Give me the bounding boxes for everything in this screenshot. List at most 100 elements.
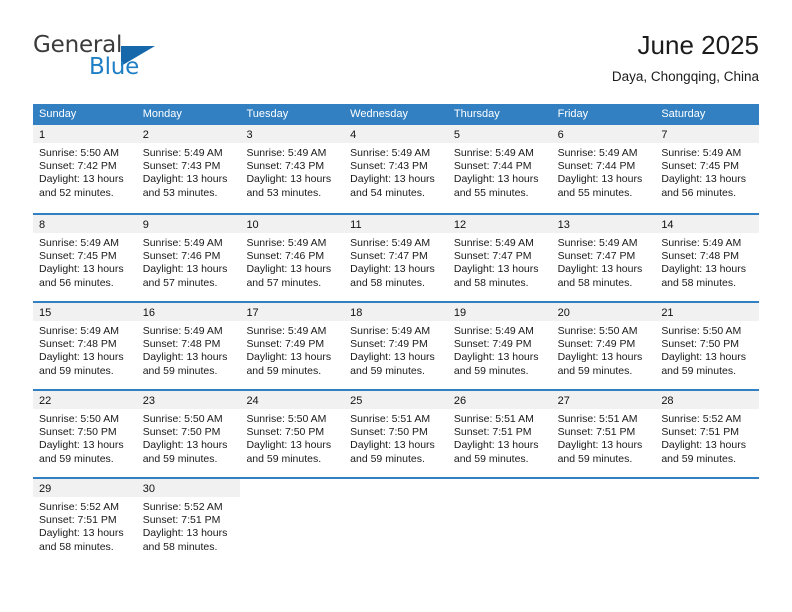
daylight-text-line1: Daylight: 13 hours [142, 351, 228, 364]
day-number-band: 4 [344, 125, 448, 143]
daylight-text-line2: and 59 minutes. [39, 452, 114, 465]
sunset-text: Sunset: 7:48 PM [39, 338, 117, 351]
day-number-band: 21 [655, 303, 760, 321]
day-number-band: 17 [240, 303, 345, 321]
day-details: Sunrise: 5:49 AM Sunset: 7:44 PM Dayligh… [552, 143, 656, 200]
day-cell[interactable]: 9 Sunrise: 5:49 AM Sunset: 7:46 PM Dayli… [136, 215, 241, 301]
sunset-text: Sunset: 7:49 PM [557, 338, 636, 351]
sunset-text: Sunset: 7:45 PM [39, 250, 117, 263]
logo-text-blue: Blue [89, 54, 140, 80]
day-number: 9 [142, 219, 149, 231]
day-number-band: 9 [136, 215, 241, 233]
sunrise-text: Sunrise: 5:49 AM [453, 325, 534, 337]
day-cell[interactable]: 21 Sunrise: 5:50 AM Sunset: 7:50 PM Dayl… [655, 303, 760, 389]
sunset-text: Sunset: 7:42 PM [39, 160, 117, 173]
day-cell[interactable]: 13 Sunrise: 5:49 AM Sunset: 7:47 PM Dayl… [551, 215, 656, 301]
day-cell[interactable]: 20 Sunrise: 5:50 AM Sunset: 7:49 PM Dayl… [551, 303, 656, 389]
day-cell[interactable]: 6 Sunrise: 5:49 AM Sunset: 7:44 PM Dayli… [551, 125, 656, 213]
day-cell[interactable]: 11 Sunrise: 5:49 AM Sunset: 7:47 PM Dayl… [344, 215, 448, 301]
sunset-text: Sunset: 7:47 PM [350, 250, 428, 263]
daylight-text-line1: Daylight: 13 hours [350, 351, 435, 364]
daylight-text-line1: Daylight: 13 hours [661, 173, 746, 186]
day-cell[interactable]: 26 Sunrise: 5:51 AM Sunset: 7:51 PM Dayl… [447, 391, 552, 477]
day-number-band: 14 [655, 215, 760, 233]
daylight-text-line1: Daylight: 13 hours [453, 263, 539, 276]
sunrise-text: Sunrise: 5:49 AM [557, 147, 638, 159]
daylight-text-line1: Daylight: 13 hours [661, 351, 746, 364]
day-cell[interactable]: 25 Sunrise: 5:51 AM Sunset: 7:50 PM Dayl… [344, 391, 448, 477]
sunset-text: Sunset: 7:46 PM [246, 250, 325, 263]
day-cell[interactable]: 29 Sunrise: 5:52 AM Sunset: 7:51 PM Dayl… [33, 479, 137, 565]
sunrise-text: Sunrise: 5:50 AM [142, 413, 223, 425]
day-cell[interactable]: 28 Sunrise: 5:52 AM Sunset: 7:51 PM Dayl… [655, 391, 760, 477]
daylight-text-line2: and 52 minutes. [39, 186, 114, 199]
day-cell[interactable]: 17 Sunrise: 5:49 AM Sunset: 7:49 PM Dayl… [240, 303, 345, 389]
week-row: 1 Sunrise: 5:50 AM Sunset: 7:42 PM Dayli… [33, 125, 760, 213]
day-number: 8 [39, 219, 46, 231]
day-number: 19 [453, 307, 467, 319]
day-number: 13 [557, 219, 570, 231]
daylight-text-line2: and 58 minutes. [142, 540, 218, 553]
sunrise-text: Sunrise: 5:49 AM [246, 325, 327, 337]
day-cell[interactable]: 16 Sunrise: 5:49 AM Sunset: 7:48 PM Dayl… [136, 303, 241, 389]
sunset-text: Sunset: 7:44 PM [557, 160, 636, 173]
week-row: 29 Sunrise: 5:52 AM Sunset: 7:51 PM Dayl… [33, 477, 760, 565]
day-cell[interactable]: 8 Sunrise: 5:49 AM Sunset: 7:45 PM Dayli… [33, 215, 137, 301]
day-cell[interactable]: 3 Sunrise: 5:49 AM Sunset: 7:43 PM Dayli… [240, 125, 345, 213]
day-cell[interactable]: 12 Sunrise: 5:49 AM Sunset: 7:47 PM Dayl… [447, 215, 552, 301]
daylight-text-line1: Daylight: 13 hours [453, 351, 539, 364]
sunrise-text: Sunrise: 5:49 AM [39, 237, 119, 249]
daylight-text-line1: Daylight: 13 hours [39, 263, 124, 276]
day-cell[interactable]: 4 Sunrise: 5:49 AM Sunset: 7:43 PM Dayli… [344, 125, 448, 213]
day-cell[interactable]: 23 Sunrise: 5:50 AM Sunset: 7:50 PM Dayl… [136, 391, 241, 477]
day-number-band: 23 [136, 391, 241, 409]
day-number: 18 [350, 307, 363, 319]
sunset-text: Sunset: 7:47 PM [453, 250, 532, 263]
sunrise-text: Sunrise: 5:50 AM [557, 325, 638, 337]
daylight-text-line1: Daylight: 13 hours [557, 263, 643, 276]
sunset-text: Sunset: 7:43 PM [350, 160, 428, 173]
sunset-text: Sunset: 7:49 PM [246, 338, 325, 351]
page-subtitle: Daya, Chongqing, China [611, 69, 759, 84]
day-cell[interactable]: 1 Sunrise: 5:50 AM Sunset: 7:42 PM Dayli… [33, 125, 137, 213]
daylight-text-line2: and 55 minutes. [453, 186, 529, 199]
daylight-text-line2: and 55 minutes. [557, 186, 633, 199]
day-details: Sunrise: 5:49 AM Sunset: 7:47 PM Dayligh… [552, 233, 656, 290]
daylight-text-line1: Daylight: 13 hours [350, 263, 435, 276]
daylight-text-line2: and 59 minutes. [39, 364, 114, 377]
day-number: 14 [661, 219, 674, 231]
day-number: 1 [39, 129, 46, 141]
day-number-band: 27 [551, 391, 656, 409]
day-cell[interactable]: 27 Sunrise: 5:51 AM Sunset: 7:51 PM Dayl… [551, 391, 656, 477]
daylight-text-line2: and 53 minutes. [142, 186, 218, 199]
daylight-text-line1: Daylight: 13 hours [142, 439, 228, 452]
day-cell[interactable]: 5 Sunrise: 5:49 AM Sunset: 7:44 PM Dayli… [447, 125, 552, 213]
day-number-band: 26 [447, 391, 552, 409]
day-cell[interactable]: 30 Sunrise: 5:52 AM Sunset: 7:51 PM Dayl… [136, 479, 241, 565]
daylight-text-line2: and 59 minutes. [246, 364, 322, 377]
day-cell[interactable]: 19 Sunrise: 5:49 AM Sunset: 7:49 PM Dayl… [447, 303, 552, 389]
day-number-band: 7 [655, 125, 760, 143]
day-cell[interactable]: 14 Sunrise: 5:49 AM Sunset: 7:48 PM Dayl… [655, 215, 760, 301]
daylight-text-line1: Daylight: 13 hours [39, 173, 124, 186]
daylight-text-line1: Daylight: 13 hours [246, 351, 332, 364]
sunset-text: Sunset: 7:50 PM [246, 426, 325, 439]
sunset-text: Sunset: 7:51 PM [39, 514, 117, 527]
sunset-text: Sunset: 7:50 PM [142, 426, 221, 439]
day-cell[interactable]: 15 Sunrise: 5:49 AM Sunset: 7:48 PM Dayl… [33, 303, 137, 389]
daylight-text-line2: and 59 minutes. [661, 452, 737, 465]
day-cell[interactable]: 24 Sunrise: 5:50 AM Sunset: 7:50 PM Dayl… [240, 391, 345, 477]
day-cell-empty [655, 479, 760, 565]
day-cell[interactable]: 7 Sunrise: 5:49 AM Sunset: 7:45 PM Dayli… [655, 125, 760, 213]
page-header: General Blue June 2025 Daya, Chongqing, … [33, 28, 759, 96]
sunrise-text: Sunrise: 5:49 AM [557, 237, 638, 249]
day-cell[interactable]: 2 Sunrise: 5:49 AM Sunset: 7:43 PM Dayli… [136, 125, 241, 213]
day-number-band: 15 [33, 303, 137, 321]
sunrise-text: Sunrise: 5:49 AM [453, 147, 534, 159]
general-blue-logo[interactable]: General Blue [33, 32, 253, 88]
day-cell[interactable]: 10 Sunrise: 5:49 AM Sunset: 7:46 PM Dayl… [240, 215, 345, 301]
day-number-band: 29 [33, 479, 137, 497]
sunrise-text: Sunrise: 5:49 AM [350, 325, 431, 337]
day-cell[interactable]: 18 Sunrise: 5:49 AM Sunset: 7:49 PM Dayl… [344, 303, 448, 389]
day-cell[interactable]: 22 Sunrise: 5:50 AM Sunset: 7:50 PM Dayl… [33, 391, 137, 477]
